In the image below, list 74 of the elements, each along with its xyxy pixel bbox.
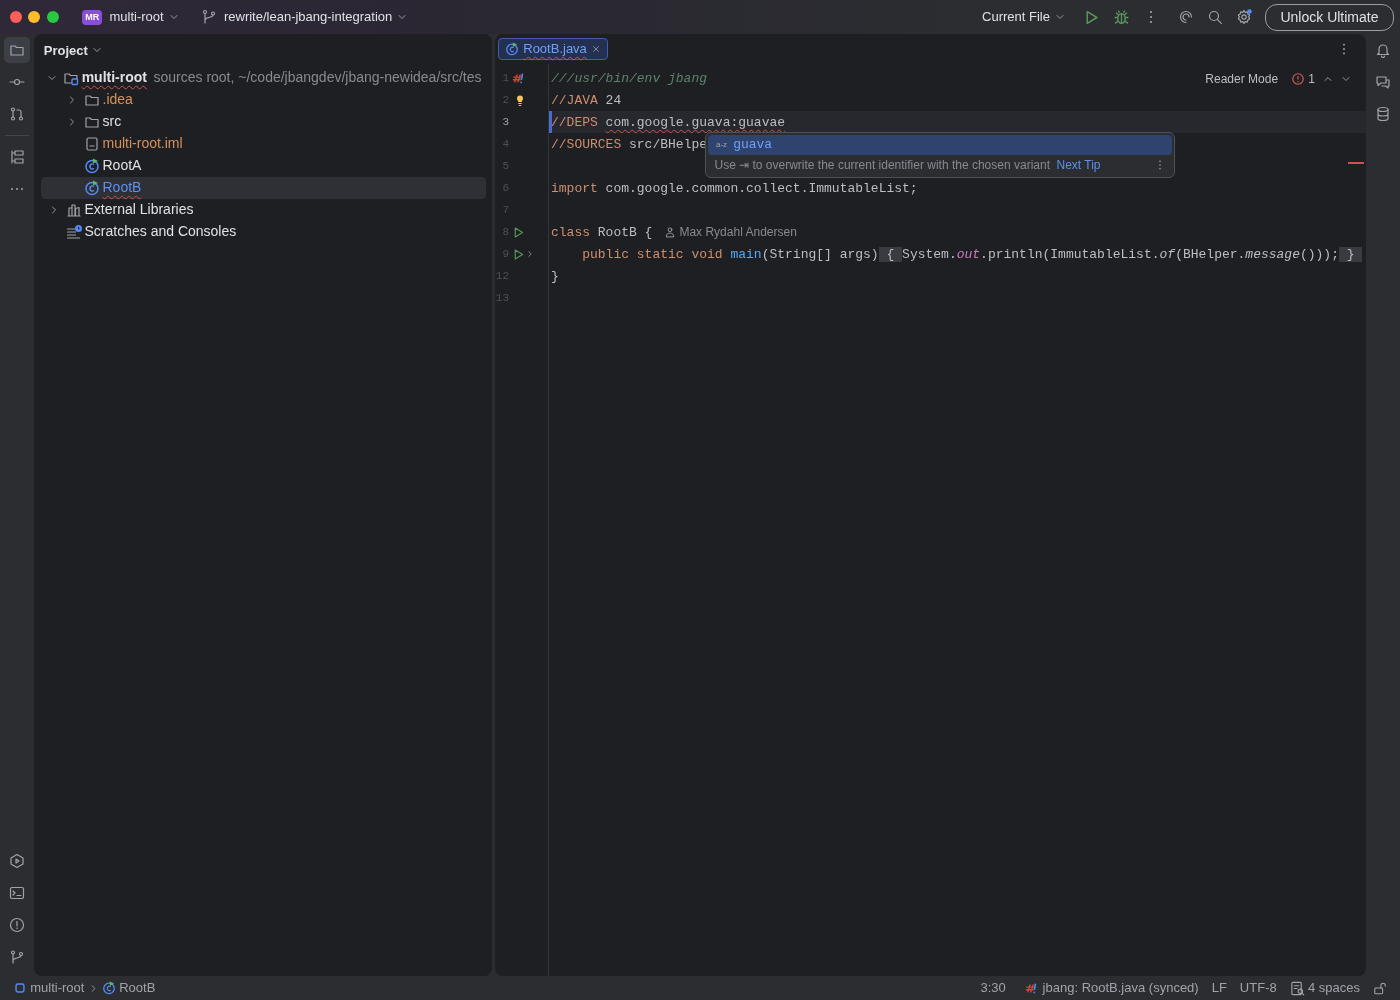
structure-icon[interactable] xyxy=(9,149,25,166)
code-line: import com.google.common.collect.ImmutableList; xyxy=(551,179,918,198)
lock-icon[interactable] xyxy=(1373,981,1387,995)
tree-item[interactable]: External Libraries xyxy=(40,198,486,221)
run-configuration-dropdown[interactable]: Current File xyxy=(978,5,1070,29)
code-line: public static void main(String[] args) { System.out.println(ImmutableList.of(BHelper.message())); } xyxy=(582,244,1363,264)
tree-item[interactable]: src xyxy=(40,110,486,133)
line-separator[interactable]: LF xyxy=(1211,978,1227,998)
class-icon xyxy=(83,179,100,196)
file-icon xyxy=(83,135,100,152)
encoding[interactable]: UTF-8 xyxy=(1239,978,1277,998)
error-icon xyxy=(1291,72,1306,86)
breadcrumb[interactable]: multi-root xyxy=(13,978,85,998)
branch-icon xyxy=(200,9,217,25)
code-line: //DEPS com.google.guava:guavae xyxy=(551,113,786,132)
run-icon[interactable] xyxy=(512,247,526,261)
error-stripe-mark xyxy=(1348,162,1364,164)
panel-title[interactable]: Project xyxy=(43,40,88,60)
tree-item[interactable]: RootB xyxy=(40,176,486,199)
scratches-icon xyxy=(65,223,82,240)
tip-text: Use ⇥ to overwrite the current identifier with the chosen variant xyxy=(714,157,1050,174)
project-badge: MR xyxy=(82,9,103,25)
terminal-icon[interactable] xyxy=(9,885,25,901)
class-icon xyxy=(83,157,100,174)
tree-item[interactable]: RootA xyxy=(40,154,486,177)
run-icon[interactable] xyxy=(512,225,526,239)
branch-switcher[interactable]: rewrite/lean-jbang-integration xyxy=(196,5,413,29)
database-icon[interactable] xyxy=(1375,106,1391,123)
indent-setting[interactable]: 4 spaces xyxy=(1289,978,1360,998)
jbang-status[interactable]: jbang: RootB.java (synced) xyxy=(1025,978,1199,998)
minimize-window-button[interactable] xyxy=(28,11,41,23)
tree-item[interactable]: Scratches and Consoles xyxy=(40,220,486,243)
project-switcher[interactable]: MR multi-root xyxy=(78,5,184,29)
swirl-icon[interactable] xyxy=(1178,9,1195,25)
author-hint: Max Rydahl Andersen xyxy=(679,224,797,242)
caret-position[interactable]: 3:30 xyxy=(980,978,1006,998)
module-icon xyxy=(13,981,27,995)
maximize-window-button[interactable] xyxy=(46,11,59,23)
code-line: //SOURCES src/BHelpe xyxy=(551,135,708,154)
chat-icon[interactable] xyxy=(1375,74,1391,91)
path-hint: sources root, ~/code/jbangdev/jbang-newidea/src/tes xyxy=(153,68,482,87)
breadcrumb[interactable]: RootB xyxy=(101,978,156,998)
problems-icon[interactable] xyxy=(9,917,25,933)
tree-item[interactable]: multi-root.iml xyxy=(40,132,486,155)
class-icon xyxy=(505,42,520,56)
notifications-icon[interactable] xyxy=(1375,42,1391,59)
close-icon[interactable] xyxy=(590,44,601,54)
error-count[interactable]: 1 xyxy=(1291,70,1315,88)
git-icon[interactable] xyxy=(9,949,25,965)
indent-icon xyxy=(1289,980,1305,996)
pull-requests-icon[interactable] xyxy=(9,106,25,123)
tree-item[interactable]: .idea xyxy=(40,88,486,111)
services-icon[interactable] xyxy=(9,853,25,869)
code-line: } xyxy=(551,267,559,286)
code-line: //JAVA 24 xyxy=(551,91,622,110)
class-icon xyxy=(101,981,116,995)
next-tip-link[interactable]: Next Tip xyxy=(1056,156,1101,174)
line-number: 3 xyxy=(501,115,509,130)
search-icon[interactable] xyxy=(1207,9,1224,25)
settings-icon[interactable] xyxy=(1236,9,1253,25)
unlock-ultimate-button[interactable]: Unlock Ultimate xyxy=(1265,3,1394,31)
close-window-button[interactable] xyxy=(9,11,22,23)
tree-item[interactable]: multi-root sources root, ~/code/jbangdev/jbang-newidea/src/tes xyxy=(40,66,486,89)
completion-item[interactable]: a-z guava xyxy=(708,135,1172,155)
code-line: class RootB { xyxy=(551,223,653,242)
type-label: a-z xyxy=(716,139,728,151)
completion-label: guava xyxy=(733,136,773,155)
reader-mode-button[interactable]: Reader Mode xyxy=(1205,70,1279,88)
libraries-icon xyxy=(65,201,82,218)
debug-icon[interactable] xyxy=(1112,8,1130,26)
file-tab[interactable]: RootB.java xyxy=(498,38,608,60)
person-icon xyxy=(664,226,677,239)
project-icon[interactable] xyxy=(9,42,25,59)
code-line: ///usr/bin/env jbang xyxy=(551,69,708,88)
